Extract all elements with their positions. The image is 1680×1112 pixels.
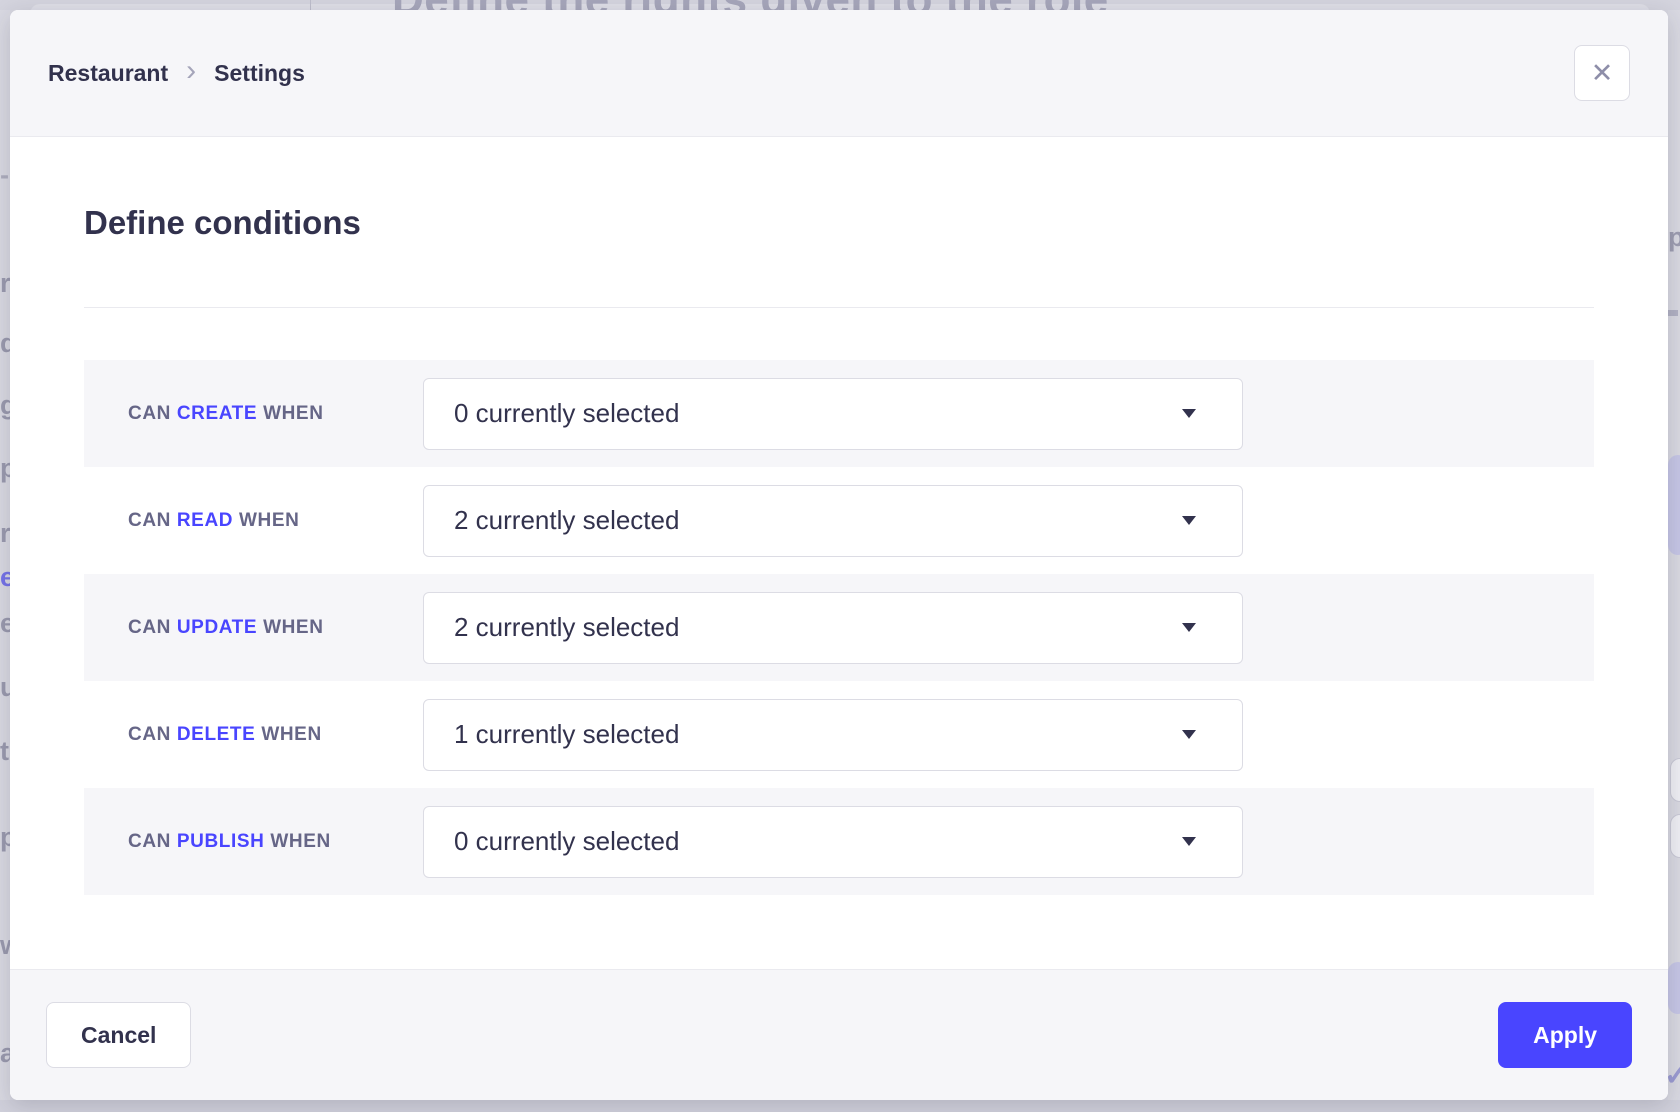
background-text-fragment: u bbox=[0, 672, 10, 703]
background-text-fragment: w bbox=[0, 930, 10, 961]
permission-label-publish: CAN PUBLISH WHEN bbox=[84, 831, 423, 853]
background-page-title: Define the rights given to the role bbox=[392, 0, 1109, 10]
background-divider bbox=[310, 0, 311, 10]
caret-down-icon bbox=[1182, 730, 1196, 739]
apply-button[interactable]: Apply bbox=[1498, 1002, 1632, 1068]
background-pill bbox=[1670, 814, 1680, 858]
label-suffix: WHEN bbox=[270, 831, 330, 852]
background-list-icon bbox=[1668, 310, 1678, 316]
select-value: 2 currently selected bbox=[454, 612, 679, 643]
label-action: DELETE bbox=[177, 724, 256, 745]
background-text-fragment: p bbox=[1668, 222, 1680, 253]
cancel-button[interactable]: Cancel bbox=[46, 1002, 191, 1068]
background-text-fragment: r bbox=[0, 268, 10, 299]
background-badge bbox=[1668, 962, 1680, 1014]
background-right-strip: p ✓ bbox=[1668, 10, 1680, 1100]
label-action: UPDATE bbox=[177, 617, 257, 638]
publish-conditions-select[interactable]: 0 currently selected bbox=[423, 806, 1243, 878]
create-conditions-select[interactable]: 0 currently selected bbox=[423, 378, 1243, 450]
divider bbox=[84, 307, 1594, 308]
label-prefix: CAN bbox=[128, 403, 171, 424]
background-text-fragment: p bbox=[0, 453, 10, 484]
chevron-right-icon: › bbox=[186, 56, 196, 90]
caret-down-icon bbox=[1182, 516, 1196, 525]
label-prefix: CAN bbox=[128, 724, 171, 745]
breadcrumb-item-settings: Settings bbox=[214, 60, 305, 87]
background-pill bbox=[1670, 758, 1680, 802]
background-text-fragment: d bbox=[0, 328, 10, 359]
label-suffix: WHEN bbox=[239, 510, 299, 531]
select-value: 0 currently selected bbox=[454, 398, 679, 429]
caret-down-icon bbox=[1182, 409, 1196, 418]
label-suffix: WHEN bbox=[263, 403, 323, 424]
table-row-update: CAN UPDATE WHEN 2 currently selected bbox=[84, 574, 1594, 681]
permission-label-update: CAN UPDATE WHEN bbox=[84, 617, 423, 639]
select-value: 0 currently selected bbox=[454, 826, 679, 857]
table-row-publish: CAN PUBLISH WHEN 0 currently selected bbox=[84, 788, 1594, 895]
permission-label-create: CAN CREATE WHEN bbox=[84, 403, 423, 425]
label-action: READ bbox=[177, 510, 233, 531]
background-text-fragment: ti bbox=[0, 736, 10, 767]
label-suffix: WHEN bbox=[261, 724, 321, 745]
background-left-strip: - r d g p r e er u ti p w ai bbox=[0, 10, 10, 1100]
update-conditions-select[interactable]: 2 currently selected bbox=[423, 592, 1243, 664]
background-text-fragment: er bbox=[0, 608, 10, 639]
read-conditions-select[interactable]: 2 currently selected bbox=[423, 485, 1243, 557]
background-text-fragment: - bbox=[0, 160, 9, 191]
conditions-table: CAN CREATE WHEN 0 currently selected CAN… bbox=[84, 360, 1594, 895]
label-prefix: CAN bbox=[128, 617, 171, 638]
label-action: CREATE bbox=[177, 403, 257, 424]
permission-label-read: CAN READ WHEN bbox=[84, 510, 423, 532]
background-text-fragment: g bbox=[0, 390, 10, 421]
modal-footer: Cancel Apply bbox=[10, 969, 1668, 1100]
background-badge bbox=[1668, 455, 1680, 555]
label-prefix: CAN bbox=[128, 510, 171, 531]
label-action: PUBLISH bbox=[177, 831, 265, 852]
table-row-delete: CAN DELETE WHEN 1 currently selected bbox=[84, 681, 1594, 788]
background-link-fragment: e bbox=[0, 562, 10, 593]
background-text-fragment: ai bbox=[0, 1038, 10, 1069]
table-row-read: CAN READ WHEN 2 currently selected bbox=[84, 467, 1594, 574]
permission-label-delete: CAN DELETE WHEN bbox=[84, 724, 423, 746]
table-row-create: CAN CREATE WHEN 0 currently selected bbox=[84, 360, 1594, 467]
page-title: Define conditions bbox=[84, 203, 1594, 243]
modal-header: Restaurant › Settings ✕ bbox=[10, 10, 1668, 137]
background-top-strip: Define the rights given to the role bbox=[0, 0, 1680, 10]
select-value: 2 currently selected bbox=[454, 505, 679, 536]
close-icon: ✕ bbox=[1591, 60, 1614, 87]
caret-down-icon bbox=[1182, 837, 1196, 846]
breadcrumb: Restaurant › Settings bbox=[48, 56, 305, 90]
breadcrumb-item-restaurant: Restaurant bbox=[48, 60, 168, 87]
caret-down-icon bbox=[1182, 623, 1196, 632]
label-suffix: WHEN bbox=[263, 617, 323, 638]
background-check-icon: ✓ bbox=[1668, 1058, 1680, 1093]
settings-modal: Restaurant › Settings ✕ Define condition… bbox=[10, 10, 1668, 1100]
close-button[interactable]: ✕ bbox=[1574, 45, 1630, 101]
select-value: 1 currently selected bbox=[454, 719, 679, 750]
background-bottom-strip bbox=[0, 1100, 1680, 1112]
label-prefix: CAN bbox=[128, 831, 171, 852]
modal-body: Define conditions CAN CREATE WHEN 0 curr… bbox=[10, 137, 1668, 969]
background-text-fragment: r bbox=[0, 518, 10, 549]
background-text-fragment: p bbox=[0, 822, 10, 853]
delete-conditions-select[interactable]: 1 currently selected bbox=[423, 699, 1243, 771]
